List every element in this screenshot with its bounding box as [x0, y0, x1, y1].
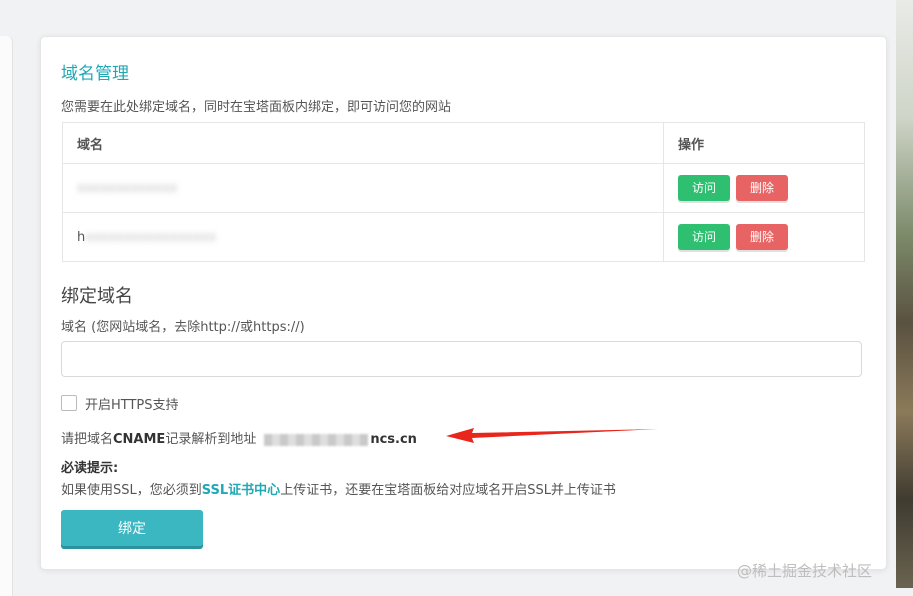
- cname-address: ncs.cn: [370, 432, 417, 447]
- table-row: xxxxxxxxxxxxx 访问 删除: [62, 163, 865, 213]
- column-header-domain: 域名: [62, 122, 664, 164]
- actions-cell: 访问 删除: [663, 212, 865, 262]
- notice-body: 如果使用SSL，您必须到SSL证书中心上传证书，还要在宝塔面板给对应域名开启SS…: [61, 479, 616, 498]
- cname-prefix: 请把域名: [61, 432, 114, 447]
- delete-button[interactable]: 删除: [736, 224, 789, 250]
- column-header-actions: 操作: [663, 122, 865, 164]
- https-label: 开启HTTPS支持: [85, 397, 179, 413]
- cname-address-redacted: [264, 433, 369, 446]
- domain-cell: xxxxxxxxxxxxx: [62, 163, 664, 213]
- https-checkbox[interactable]: [61, 395, 77, 411]
- actions-cell: 访问 删除: [663, 163, 865, 213]
- cname-keyword: CNAME: [113, 432, 166, 447]
- table-header-row: 域名 操作: [62, 122, 865, 164]
- bind-button[interactable]: 绑定: [61, 510, 203, 546]
- visit-button[interactable]: 访问: [678, 175, 731, 201]
- https-option[interactable]: 开启HTTPS支持: [61, 394, 179, 413]
- bind-domain-title: 绑定域名: [61, 286, 133, 307]
- notice-title: 必读提示:: [61, 461, 119, 476]
- section-title: 域名管理: [61, 64, 129, 84]
- domain-value-prefix: h: [77, 229, 86, 245]
- cname-suffix: 记录解析到地址: [165, 432, 257, 447]
- domain-card: 域名管理 您需要在此处绑定域名，同时在宝塔面板内绑定，即可访问您的网站 域名 操…: [40, 36, 887, 570]
- notice-before: 如果使用SSL，您必须到: [61, 483, 202, 498]
- watermark: @稀土掘金技术社区: [737, 562, 873, 580]
- red-arrow-annotation: [446, 428, 658, 443]
- notice-after: 上传证书，还要在宝塔面板给对应域名开启SSL并上传证书: [280, 483, 616, 498]
- domain-value-redacted: xxxxxxxxxxxxxxxxx: [85, 229, 217, 245]
- domain-value-redacted: xxxxxxxxxxxxx: [77, 180, 178, 196]
- left-panel: [0, 36, 13, 596]
- visit-button[interactable]: 访问: [678, 224, 731, 250]
- cname-instruction: 请把域名CNAME记录解析到地址 ncs.cn: [61, 428, 417, 447]
- domain-cell: hxxxxxxxxxxxxxxxxx: [62, 212, 664, 262]
- table-row: hxxxxxxxxxxxxxxxxx 访问 删除: [62, 212, 865, 262]
- section-description: 您需要在此处绑定域名，同时在宝塔面板内绑定，即可访问您的网站: [61, 100, 452, 115]
- ssl-center-link[interactable]: SSL证书中心: [202, 483, 280, 498]
- delete-button[interactable]: 删除: [736, 175, 789, 201]
- background-edge: [896, 0, 913, 588]
- domain-table: 域名 操作 xxxxxxxxxxxxx 访问 删除 hxxxxxxxxxxxxxx…: [62, 122, 865, 262]
- domain-input[interactable]: [61, 341, 862, 377]
- domain-field-label: 域名 (您网站域名，去除http://或https://): [61, 320, 305, 335]
